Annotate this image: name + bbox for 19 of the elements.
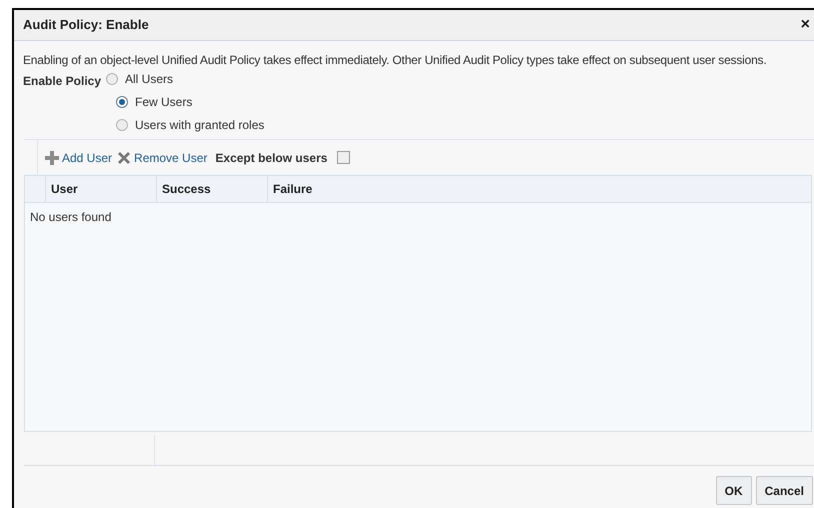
ok-button[interactable]: OK — [716, 476, 752, 505]
plus-icon — [44, 150, 60, 166]
column-header[interactable]: Failure — [268, 176, 811, 202]
column-header[interactable]: User — [46, 176, 157, 202]
radio-option[interactable]: Users with granted roles — [116, 117, 264, 133]
description-text: Enabling of an object-level Unified Audit Policy takes effect immediately. Other Unified Audit Policy types take effect on subsequent user sessions. — [23, 52, 768, 69]
except-label: Except below users — [215, 150, 328, 166]
cancel-button[interactable]: Cancel — [756, 476, 813, 505]
remove-user-button[interactable]: Remove User — [116, 148, 208, 166]
radio-option[interactable]: Few Users — [116, 94, 264, 110]
column-header[interactable]: Success — [157, 176, 268, 202]
close-button[interactable]: × — [800, 17, 810, 33]
field-label: Enable Policy — [23, 73, 102, 90]
except-checkbox[interactable] — [337, 151, 350, 164]
empty-message: No users found — [29, 209, 112, 226]
window-title: Audit Policy: Enable — [23, 16, 149, 34]
x-icon — [116, 150, 132, 166]
radio-option[interactable]: All Users — [106, 71, 264, 87]
add-user-button[interactable]: Add User — [44, 148, 112, 166]
